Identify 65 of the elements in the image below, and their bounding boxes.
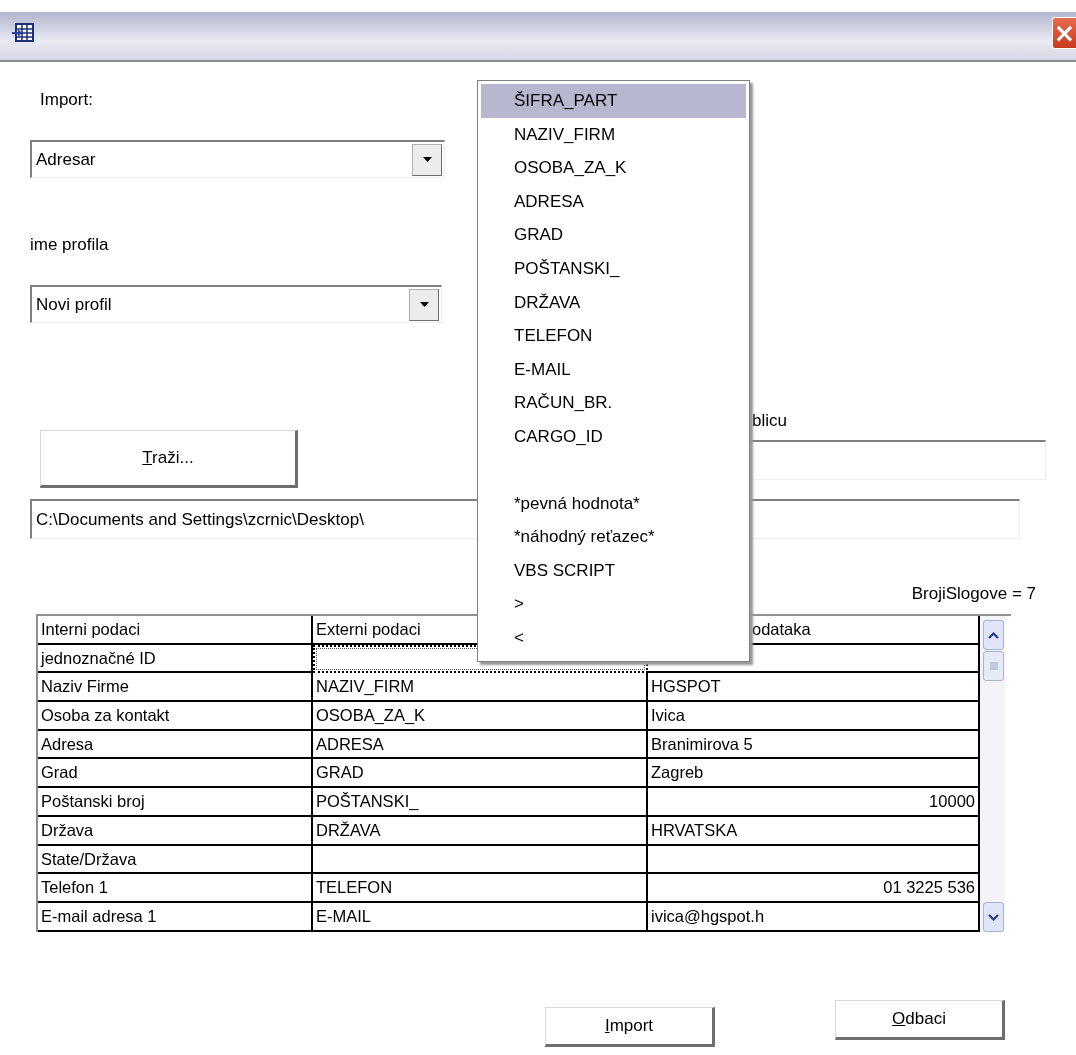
import-button[interactable]: Import (545, 1007, 715, 1047)
menu-item[interactable]: CARGO_ID (481, 419, 746, 454)
table-cell[interactable]: Branimirova 5 (648, 730, 980, 760)
caret-down-icon (419, 302, 429, 307)
menu-item[interactable]: OSOBA_ZA_K (481, 151, 746, 185)
scroll-down-button[interactable] (983, 902, 1004, 932)
close-button[interactable]: × (1052, 17, 1076, 49)
menu-item[interactable]: ADRESA (481, 184, 746, 219)
record-count-label: BrojiSlogove = 7 (911, 584, 1037, 604)
menu-item[interactable]: ŠIFRA_PART (481, 84, 746, 118)
table-cell[interactable]: Osoba za kontakt (38, 702, 313, 731)
table-cell[interactable]: 10000 (648, 788, 980, 817)
scroll-up-button[interactable] (983, 620, 1004, 650)
table-cell[interactable]: NAZIV_FIRM (313, 673, 648, 703)
table-cell[interactable]: GRAD (313, 759, 648, 789)
dropdown-arrow-button[interactable] (412, 143, 442, 176)
table-cell[interactable]: Poštanski broj (38, 788, 313, 817)
menu-item[interactable]: DRŽAVA (481, 285, 746, 320)
table-cell[interactable]: State/Država (38, 845, 313, 875)
table-cell[interactable]: HGSPOT (648, 673, 980, 703)
table-cell[interactable]: ADRESA (313, 730, 648, 760)
cancel-button[interactable]: Odbaci (835, 1000, 1005, 1040)
column-header[interactable]: Interni podaci (38, 616, 313, 645)
table-cell[interactable]: Zagreb (648, 759, 980, 789)
profile-label: ime profila (30, 235, 109, 255)
vertical-scrollbar[interactable] (980, 616, 1005, 932)
dropdown-field[interactable]: Novi profil (30, 285, 442, 323)
table-cell[interactable]: Telefon 1 (38, 874, 313, 903)
table-cell[interactable]: E-mail adresa 1 (38, 902, 313, 932)
browse-button[interactable]: Traži... (40, 430, 298, 488)
table-cell[interactable]: Naziv Firme (38, 673, 313, 703)
table-label: blicu (751, 411, 787, 431)
menu-item[interactable]: *náhodný reťazec* (481, 520, 746, 554)
table-cell[interactable] (648, 845, 980, 875)
menu-item[interactable]: E-MAIL (481, 352, 746, 387)
menu-item[interactable]: *pevná hodnota* (481, 486, 746, 521)
dropdown-field[interactable]: Adresar (30, 140, 445, 178)
table-cell[interactable]: OSOBA_ZA_K (313, 702, 648, 731)
menu-item[interactable]: NAZIV_FIRM (481, 117, 746, 152)
menu-item[interactable]: GRAD (481, 218, 746, 252)
grip-icon (989, 662, 998, 670)
dropdown-arrow-button[interactable] (409, 288, 439, 321)
table-cell[interactable]: Adresa (38, 730, 313, 760)
table-cell[interactable] (313, 845, 648, 875)
menu-item[interactable]: VBS SCRIPT (481, 553, 746, 588)
caret-down-icon (422, 157, 432, 162)
chevron-down-icon (988, 913, 999, 921)
menu-item[interactable]: RAČUN_BR. (481, 386, 746, 420)
table-cell[interactable]: TELEFON (313, 874, 648, 903)
menu-item[interactable]: POŠTANSKI_ (481, 251, 746, 286)
table-cell[interactable]: Ivica (648, 702, 980, 731)
chevron-up-icon (988, 631, 999, 639)
table-icon (12, 23, 34, 43)
table-cell[interactable]: POŠTANSKI_ (313, 788, 648, 817)
menu-item[interactable]: TELEFON (481, 319, 746, 353)
scroll-thumb[interactable] (983, 651, 1004, 681)
table-cell[interactable]: ivica@hgspot.h (648, 902, 980, 932)
table-cell[interactable]: E-MAIL (313, 902, 648, 932)
table-cell[interactable]: DRŽAVA (313, 816, 648, 846)
table-cell[interactable]: 01 3225 536 (648, 874, 980, 903)
table-cell[interactable]: HRVATSKA (648, 816, 980, 846)
table-cell[interactable]: jednoznačné ID (38, 644, 313, 674)
table-cell[interactable]: Grad (38, 759, 313, 789)
import-label: Import: (39, 90, 93, 110)
table-cell[interactable]: Država (38, 816, 313, 846)
